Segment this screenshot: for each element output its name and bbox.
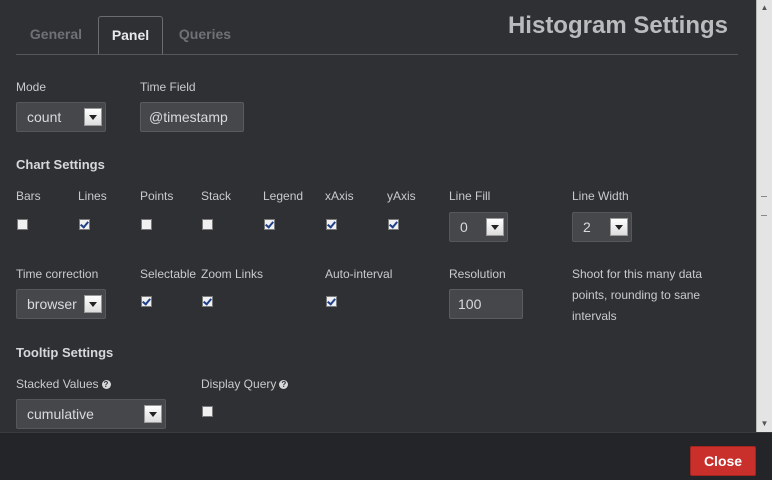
scroll-up-icon[interactable]: ▲ — [757, 0, 772, 16]
scroll-down-icon[interactable]: ▼ — [757, 416, 772, 432]
stack-label: Stack — [201, 189, 232, 203]
bars-label: Bars — [16, 189, 41, 203]
stacked-values-label: Stacked Values? — [16, 377, 111, 391]
tab-panel[interactable]: Panel — [98, 16, 163, 55]
auto-interval-checkbox[interactable] — [326, 296, 337, 307]
legend-label: Legend — [263, 189, 304, 203]
scrollbar-grip[interactable] — [761, 196, 767, 216]
chevron-down-icon — [144, 405, 162, 423]
chevron-down-icon — [610, 218, 628, 236]
line-fill-label: Line Fill — [449, 189, 491, 203]
time-correction-label: Time correction — [16, 267, 99, 281]
zoom-links-checkbox[interactable] — [202, 296, 213, 307]
modal-title: Histogram Settings — [507, 12, 728, 39]
mode-label: Mode — [16, 80, 47, 94]
auto-interval-label: Auto-interval — [325, 267, 393, 281]
resolution-input[interactable]: 100 — [449, 289, 523, 319]
question-circle-icon[interactable]: ? — [279, 380, 289, 389]
modal-footer — [0, 432, 772, 480]
time-field-input[interactable]: @timestamp — [140, 102, 244, 132]
stacked-values-select[interactable]: cumulative — [16, 399, 166, 429]
lines-label: Lines — [78, 189, 107, 203]
chevron-down-icon — [84, 108, 102, 126]
time-correction-select[interactable]: browser — [16, 289, 106, 319]
resolution-label: Resolution — [449, 267, 506, 281]
time-field-label: Time Field — [140, 80, 196, 94]
yaxis-label: yAxis — [387, 189, 416, 203]
stack-checkbox[interactable] — [202, 219, 213, 230]
line-width-label: Line Width — [572, 189, 629, 203]
selectable-checkbox[interactable] — [141, 296, 152, 307]
line-fill-select[interactable]: 0 — [449, 212, 508, 242]
time-correction-value: browser — [27, 296, 77, 312]
chart-settings-heading: Chart Settings — [16, 157, 105, 172]
line-width-select[interactable]: 2 — [572, 212, 632, 242]
line-fill-value: 0 — [460, 219, 468, 235]
chevron-down-icon — [84, 295, 102, 313]
tabs-divider — [16, 54, 738, 55]
legend-checkbox[interactable] — [264, 219, 275, 230]
close-button[interactable]: Close — [690, 446, 756, 476]
resolution-help-text: Shoot for this many data points, roundin… — [572, 267, 703, 323]
points-label: Points — [140, 189, 174, 203]
display-query-label: Display Query? — [201, 377, 289, 391]
display-query-checkbox[interactable] — [202, 406, 213, 417]
stacked-values-value: cumulative — [27, 406, 94, 422]
stacked-values-label-text: Stacked Values — [16, 377, 99, 391]
lines-checkbox[interactable] — [79, 219, 90, 230]
display-query-label-text: Display Query — [201, 377, 277, 391]
settings-modal: General Panel Queries Histogram Settings… — [0, 0, 756, 432]
mode-select-value: count — [27, 109, 62, 125]
scrollbar[interactable]: ▲ ▼ — [756, 0, 772, 432]
yaxis-checkbox[interactable] — [388, 219, 399, 230]
chevron-down-icon — [486, 218, 504, 236]
selectable-label: Selectable — [140, 267, 197, 281]
tab-general[interactable]: General — [16, 16, 96, 54]
tab-queries[interactable]: Queries — [165, 16, 245, 54]
xaxis-label: xAxis — [325, 189, 354, 203]
question-circle-icon[interactable]: ? — [101, 380, 111, 389]
zoom-links-label: Zoom Links — [201, 267, 264, 281]
line-width-value: 2 — [583, 219, 591, 235]
bars-checkbox[interactable] — [17, 219, 28, 230]
tooltip-settings-heading: Tooltip Settings — [16, 345, 114, 360]
mode-select[interactable]: count — [16, 102, 106, 132]
points-checkbox[interactable] — [141, 219, 152, 230]
xaxis-checkbox[interactable] — [326, 219, 337, 230]
